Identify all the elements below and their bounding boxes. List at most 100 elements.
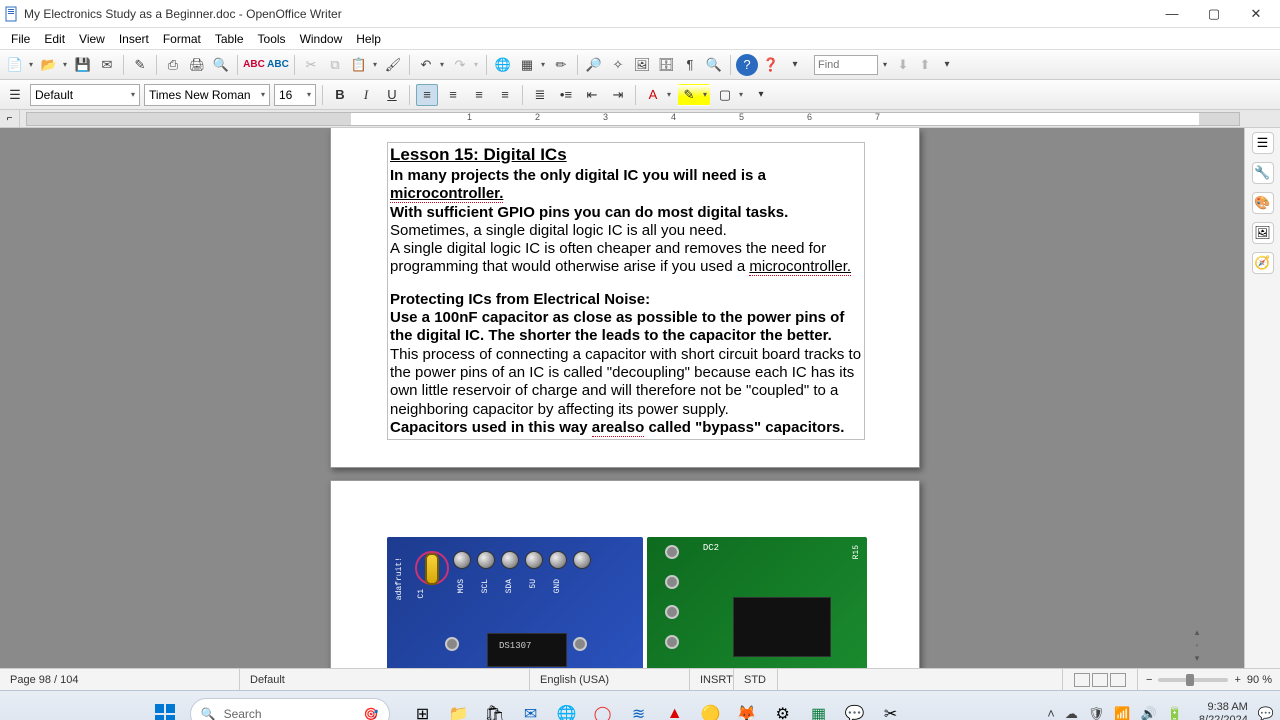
- status-style[interactable]: Default: [240, 669, 530, 690]
- zoom-button[interactable]: 🔍: [703, 54, 725, 76]
- taskbar-app-settings[interactable]: ⚙: [768, 699, 798, 720]
- taskbar-app-chrome[interactable]: 🟡: [696, 699, 726, 720]
- taskbar-app-snip[interactable]: ✂: [876, 699, 906, 720]
- save-button[interactable]: 💾: [72, 54, 94, 76]
- zoom-slider[interactable]: [1158, 678, 1228, 682]
- find-replace-button[interactable]: 🔎: [583, 54, 605, 76]
- taskbar-app-openoffice[interactable]: ≋: [624, 699, 654, 720]
- taskbar-app-outlook[interactable]: ✉: [516, 699, 546, 720]
- zoom-value[interactable]: 90 %: [1247, 674, 1272, 686]
- edit-file-button[interactable]: ✎: [129, 54, 151, 76]
- window-minimize-button[interactable]: —: [1152, 3, 1192, 25]
- font-size-combo[interactable]: 16: [274, 84, 316, 106]
- align-right-button[interactable]: ≡: [468, 84, 490, 106]
- taskbar-app-store[interactable]: 🛍: [480, 699, 510, 720]
- taskbar-app-firefox[interactable]: 🦊: [732, 699, 762, 720]
- justify-button[interactable]: ≡: [494, 84, 516, 106]
- view-layout-icons[interactable]: [1063, 669, 1138, 690]
- menu-table[interactable]: Table: [208, 30, 251, 48]
- paste-button[interactable]: 📋: [348, 54, 380, 76]
- menu-view[interactable]: View: [72, 30, 112, 48]
- status-selection-mode[interactable]: STD: [734, 669, 778, 690]
- nonprinting-button[interactable]: ¶: [679, 54, 701, 76]
- font-color-button[interactable]: A: [642, 84, 674, 106]
- tray-onedrive-icon[interactable]: ☁: [1065, 706, 1078, 720]
- tray-chevron-icon[interactable]: ˄: [1047, 706, 1055, 720]
- export-pdf-button[interactable]: ⎙: [162, 54, 184, 76]
- find-dropdown[interactable]: ▾: [878, 54, 892, 76]
- print-button[interactable]: 🖨: [186, 54, 208, 76]
- status-page[interactable]: Page 98 / 104: [0, 669, 240, 690]
- tray-wifi-icon[interactable]: 📶: [1114, 706, 1130, 720]
- taskbar-app-edge[interactable]: 🌐: [552, 699, 582, 720]
- email-button[interactable]: ✉: [96, 54, 118, 76]
- start-button[interactable]: [148, 697, 182, 720]
- italic-button[interactable]: I: [355, 84, 377, 106]
- underline-button[interactable]: U: [381, 84, 403, 106]
- show-draw-button[interactable]: ✏: [550, 54, 572, 76]
- cut-button[interactable]: ✂: [300, 54, 322, 76]
- taskbar-app-acrobat[interactable]: ▲: [660, 699, 690, 720]
- sidebar-navigator-icon[interactable]: 🧭: [1252, 252, 1274, 274]
- bullet-list-button[interactable]: •≡: [555, 84, 577, 106]
- horizontal-ruler[interactable]: 1 2 3 4 5 6 7: [26, 112, 1240, 126]
- taskbar-app-opera[interactable]: ◯: [588, 699, 618, 720]
- spellcheck-button[interactable]: ABC: [243, 54, 265, 76]
- print-preview-button[interactable]: 🔍: [210, 54, 232, 76]
- find-input[interactable]: [814, 55, 878, 75]
- menu-edit[interactable]: Edit: [37, 30, 72, 48]
- bold-button[interactable]: B: [329, 84, 351, 106]
- taskbar-app-discord[interactable]: 💬: [840, 699, 870, 720]
- copy-button[interactable]: ⧉: [324, 54, 346, 76]
- highlight-button[interactable]: ✎: [678, 84, 710, 106]
- status-language[interactable]: English (USA): [530, 669, 690, 690]
- next-page-button[interactable]: ▾: [1190, 652, 1204, 664]
- sidebar-gallery-icon[interactable]: 🖼: [1252, 222, 1274, 244]
- zoom-out-button[interactable]: −: [1146, 674, 1152, 686]
- undo-button[interactable]: ↶: [415, 54, 447, 76]
- sidebar-properties-icon[interactable]: 🔧: [1252, 162, 1274, 184]
- find-prev-button[interactable]: ⬇: [892, 54, 914, 76]
- tray-defender-icon[interactable]: 🛡: [1088, 706, 1105, 720]
- window-maximize-button[interactable]: ▢: [1194, 3, 1234, 25]
- redo-button[interactable]: ↷: [449, 54, 481, 76]
- align-left-button[interactable]: ≡: [416, 84, 438, 106]
- tray-clock[interactable]: 9:38 AM 8/22/2024: [1199, 701, 1248, 720]
- new-doc-button[interactable]: 📄: [4, 54, 36, 76]
- find-overflow[interactable]: ▾: [936, 54, 958, 76]
- tray-volume-icon[interactable]: 🔊: [1141, 706, 1157, 720]
- increase-indent-button[interactable]: ⇥: [607, 84, 629, 106]
- nav-select-button[interactable]: ◦: [1190, 639, 1204, 651]
- menu-tools[interactable]: Tools: [251, 30, 293, 48]
- taskbar-app-excel[interactable]: ▦: [804, 699, 834, 720]
- zoom-in-button[interactable]: +: [1234, 674, 1240, 686]
- prev-page-button[interactable]: ▴: [1190, 626, 1204, 638]
- menu-format[interactable]: Format: [156, 30, 208, 48]
- menu-insert[interactable]: Insert: [112, 30, 156, 48]
- sidebar-styles-icon[interactable]: 🎨: [1252, 192, 1274, 214]
- gallery-button[interactable]: 🖼: [631, 54, 653, 76]
- navigator-button[interactable]: ✧: [607, 54, 629, 76]
- insert-table-button[interactable]: ▦: [516, 54, 548, 76]
- hyperlink-button[interactable]: 🌐: [492, 54, 514, 76]
- format-paintbrush-button[interactable]: 🖌: [382, 54, 404, 76]
- status-insert-mode[interactable]: INSRT: [690, 669, 734, 690]
- menu-file[interactable]: File: [4, 30, 37, 48]
- menu-help[interactable]: Help: [349, 30, 388, 48]
- numbered-list-button[interactable]: ≣: [529, 84, 551, 106]
- taskbar-search[interactable]: 🔍 Search 🎯: [190, 698, 390, 720]
- autospell-button[interactable]: ABC: [267, 54, 289, 76]
- taskbar-app-explorer[interactable]: 📁: [444, 699, 474, 720]
- font-name-combo[interactable]: Times New Roman: [144, 84, 270, 106]
- whats-this-button[interactable]: ❓: [760, 54, 782, 76]
- open-button[interactable]: 📂: [38, 54, 70, 76]
- styles-button[interactable]: ☰: [4, 84, 26, 106]
- decrease-indent-button[interactable]: ⇤: [581, 84, 603, 106]
- data-sources-button[interactable]: 🗄: [655, 54, 677, 76]
- paragraph-style-combo[interactable]: Default: [30, 84, 140, 106]
- background-color-button[interactable]: ▢: [714, 84, 746, 106]
- document-area[interactable]: Lesson 15: Digital ICs In many projects …: [0, 128, 1244, 668]
- align-center-button[interactable]: ≡: [442, 84, 464, 106]
- taskbar-app-taskview[interactable]: ⊞: [408, 699, 438, 720]
- text-frame[interactable]: Lesson 15: Digital ICs In many projects …: [387, 142, 865, 440]
